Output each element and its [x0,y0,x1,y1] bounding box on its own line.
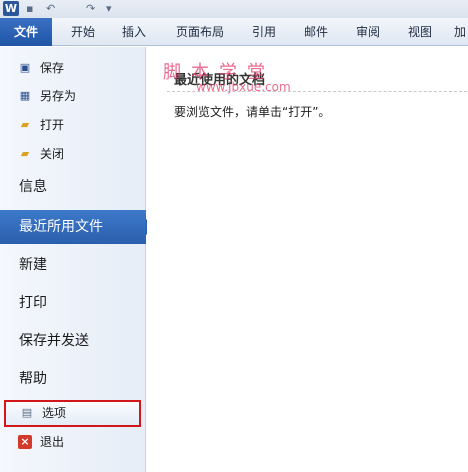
options-icon: ▤ [21,406,33,419]
close-command-label: 关闭 [40,147,65,161]
recent-documents-panel: 最近使用的文档 要浏览文件，请单击“打开”。 [147,47,468,472]
ribbon-tab-bar: 文件 开始 插入 页面布局 引用 邮件 审阅 视图 加 [0,18,468,46]
section-help[interactable]: 帮助 [0,362,146,396]
save-icon: ▣ [19,61,31,74]
word-app-icon[interactable]: W [3,1,19,16]
section-info[interactable]: 信息 [0,170,146,204]
save-command-label: 保存 [40,61,65,75]
redo-icon[interactable]: ↷ [86,2,95,15]
open-command[interactable]: ▰ 打开 [0,113,146,137]
tab-file[interactable]: 文件 [0,18,52,46]
options-button[interactable]: ▤ 选项 [4,400,141,427]
exit-command[interactable]: × 退出 [0,430,146,454]
save-icon[interactable]: ▪ [26,2,33,15]
tab-view[interactable]: 视图 [398,18,442,46]
watermark-url: www.jbxue.com [196,80,291,94]
save-as-command-label: 另存为 [40,89,77,103]
section-recent[interactable]: 最近所用文件 [0,210,154,244]
customize-toolbar-icon[interactable]: ▾ [106,2,112,15]
close-folder-icon: ▰ [20,147,30,160]
tab-home[interactable]: 开始 [58,18,108,46]
tab-review[interactable]: 审阅 [346,18,390,46]
exit-icon: × [18,435,32,449]
save-as-icon: ▦ [19,89,31,102]
open-folder-icon: ▰ [20,118,30,131]
exit-command-label: 退出 [40,435,65,449]
quick-access-toolbar: W ▪ ↶ ↷ ▾ [0,0,468,18]
tab-insert[interactable]: 插入 [112,18,156,46]
tab-addins[interactable]: 加 [448,18,468,46]
tab-mailings[interactable]: 邮件 [294,18,338,46]
tab-page-layout[interactable]: 页面布局 [166,18,234,46]
section-save-send[interactable]: 保存并发送 [0,324,146,358]
browse-hint: 要浏览文件，请单击“打开”。 [174,105,331,119]
options-label: 选项 [42,406,67,420]
section-new[interactable]: 新建 [0,248,146,282]
save-command[interactable]: ▣ 保存 [0,56,146,80]
close-command[interactable]: ▰ 关闭 [0,142,146,166]
save-as-command[interactable]: ▦ 另存为 [0,84,146,108]
section-print[interactable]: 打印 [0,286,146,320]
backstage-nav: ▣ 保存 ▦ 另存为 ▰ 打开 ▰ 关闭 信息 最近所用文件 新建 打印 保存并… [0,47,154,472]
open-command-label: 打开 [40,118,65,132]
tab-references[interactable]: 引用 [242,18,286,46]
undo-icon[interactable]: ↶ [46,2,55,15]
